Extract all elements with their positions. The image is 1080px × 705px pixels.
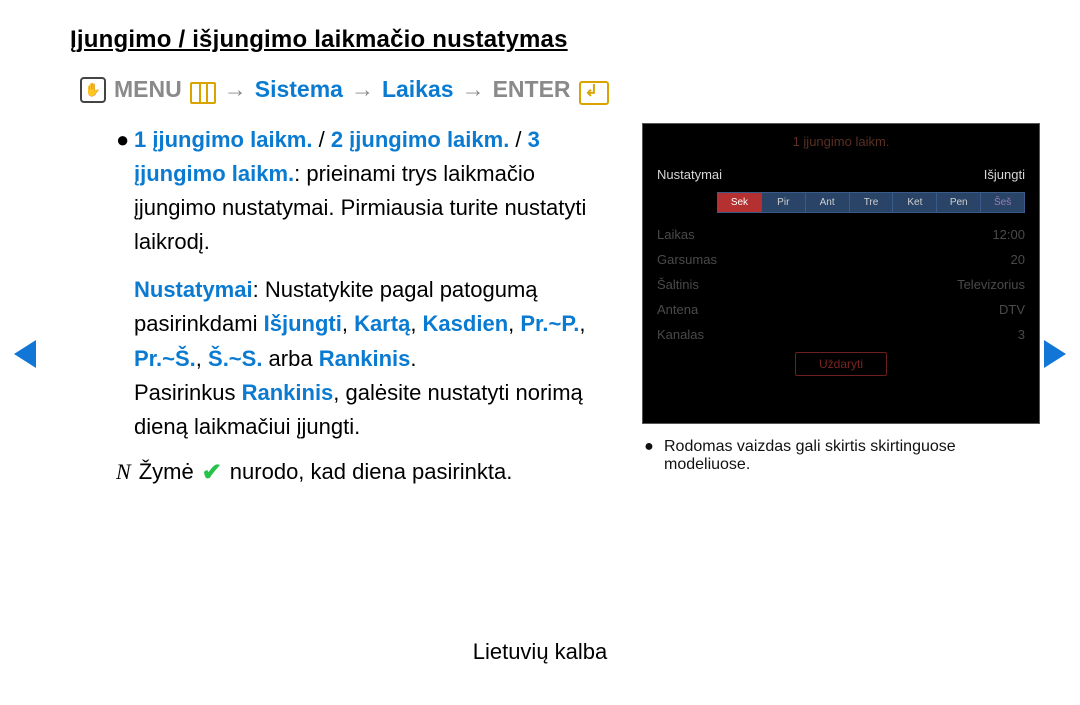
close-button[interactable]: Uždaryti (795, 352, 887, 376)
timer-settings-panel: 1 įjungimo laikm. Nustatymai Išjungti Se… (642, 123, 1040, 424)
note-post: nurodo, kad diena pasirinkta. (230, 455, 513, 489)
day-cell[interactable]: Pen (937, 192, 981, 213)
nav-next-icon[interactable] (1044, 340, 1066, 368)
panel-footnote: ● Rodomas vaizdas gali skirtis skirtingu… (642, 438, 1040, 474)
checkmark-icon: ✔ (202, 454, 222, 491)
arrow-icon: → (224, 76, 247, 103)
hand-icon: ✋ (80, 77, 106, 103)
panel-row-setup[interactable]: Nustatymai Išjungti (657, 167, 1025, 182)
panel-row-value: 20 (1011, 252, 1025, 267)
nustatymai-label: Nustatymai (134, 277, 253, 302)
note-n-icon: N (116, 455, 131, 489)
menu-icon (190, 82, 216, 104)
enter-icon (579, 81, 609, 105)
panel-row-label: Antena (657, 302, 698, 317)
panel-row: Laikas 12:00 (657, 227, 1025, 242)
day-cell[interactable]: Sek (718, 192, 762, 213)
opt-kasdien: Kasdien (423, 311, 509, 336)
panel-row: Antena DTV (657, 302, 1025, 317)
panel-row-value: DTV (999, 302, 1025, 317)
panel-setup-label: Nustatymai (657, 167, 722, 182)
panel-row-value: Televizorius (957, 277, 1025, 292)
breadcrumb-enter: ENTER (493, 76, 571, 103)
breadcrumb-sistema: Sistema (255, 76, 343, 103)
note-pre: Žymė (139, 455, 194, 489)
breadcrumb-laikas: Laikas (382, 76, 454, 103)
panel-setup-value: Išjungti (984, 167, 1025, 182)
timer2-label: 2 įjungimo laikm. (331, 127, 509, 152)
nav-prev-icon[interactable] (14, 340, 36, 368)
body-text: ● 1 įjungimo laikm. / 2 įjungimo laikm. … (116, 123, 616, 491)
arrow-icon: → (462, 76, 485, 103)
opt-prp: Pr.~P. (520, 311, 579, 336)
day-cell[interactable]: Ant (806, 192, 850, 213)
panel-title: 1 įjungimo laikm. (657, 134, 1025, 149)
opt-rankinis-2: Rankinis (242, 380, 334, 405)
opt-karta: Kartą (354, 311, 410, 336)
arrow-icon: → (351, 76, 374, 103)
day-cell[interactable]: Ket (893, 192, 937, 213)
panel-row: Garsumas 20 (657, 252, 1025, 267)
breadcrumb-menu: MENU (114, 76, 182, 103)
opt-isjungti: Išjungti (264, 311, 342, 336)
page-title: Įjungimo / išjungimo laikmačio nustatyma… (70, 26, 1022, 54)
panel-row-value: 3 (1018, 327, 1025, 342)
bullet-icon: ● (116, 123, 134, 259)
panel-row-label: Laikas (657, 227, 695, 242)
days-selector[interactable]: Sek Pir Ant Tre Ket Pen Šeš (717, 192, 1025, 213)
panel-row-value: 12:00 (992, 227, 1025, 242)
opt-rankinis: Rankinis (319, 346, 411, 371)
panel-row-label: Kanalas (657, 327, 704, 342)
day-cell[interactable]: Pir (762, 192, 806, 213)
day-cell[interactable]: Tre (850, 192, 894, 213)
opt-prs: Pr.~Š. (134, 346, 196, 371)
timer1-label: 1 įjungimo laikm. (134, 127, 312, 152)
panel-row-label: Šaltinis (657, 277, 699, 292)
language-footer: Lietuvių kalba (0, 639, 1080, 665)
panel-row: Kanalas 3 (657, 327, 1025, 342)
note-line: N Žymė ✔ nurodo, kad diena pasirinkta. (116, 454, 616, 491)
opt-ss: Š.~S. (208, 346, 262, 371)
day-cell[interactable]: Šeš (981, 192, 1025, 213)
panel-row: Šaltinis Televizorius (657, 277, 1025, 292)
panel-row-label: Garsumas (657, 252, 717, 267)
panel-footnote-text: Rodomas vaizdas gali skirtis skirtinguos… (664, 438, 1040, 474)
bullet-icon: ● (642, 438, 656, 474)
breadcrumb: ✋ MENU → Sistema → Laikas → ENTER (80, 76, 1022, 103)
